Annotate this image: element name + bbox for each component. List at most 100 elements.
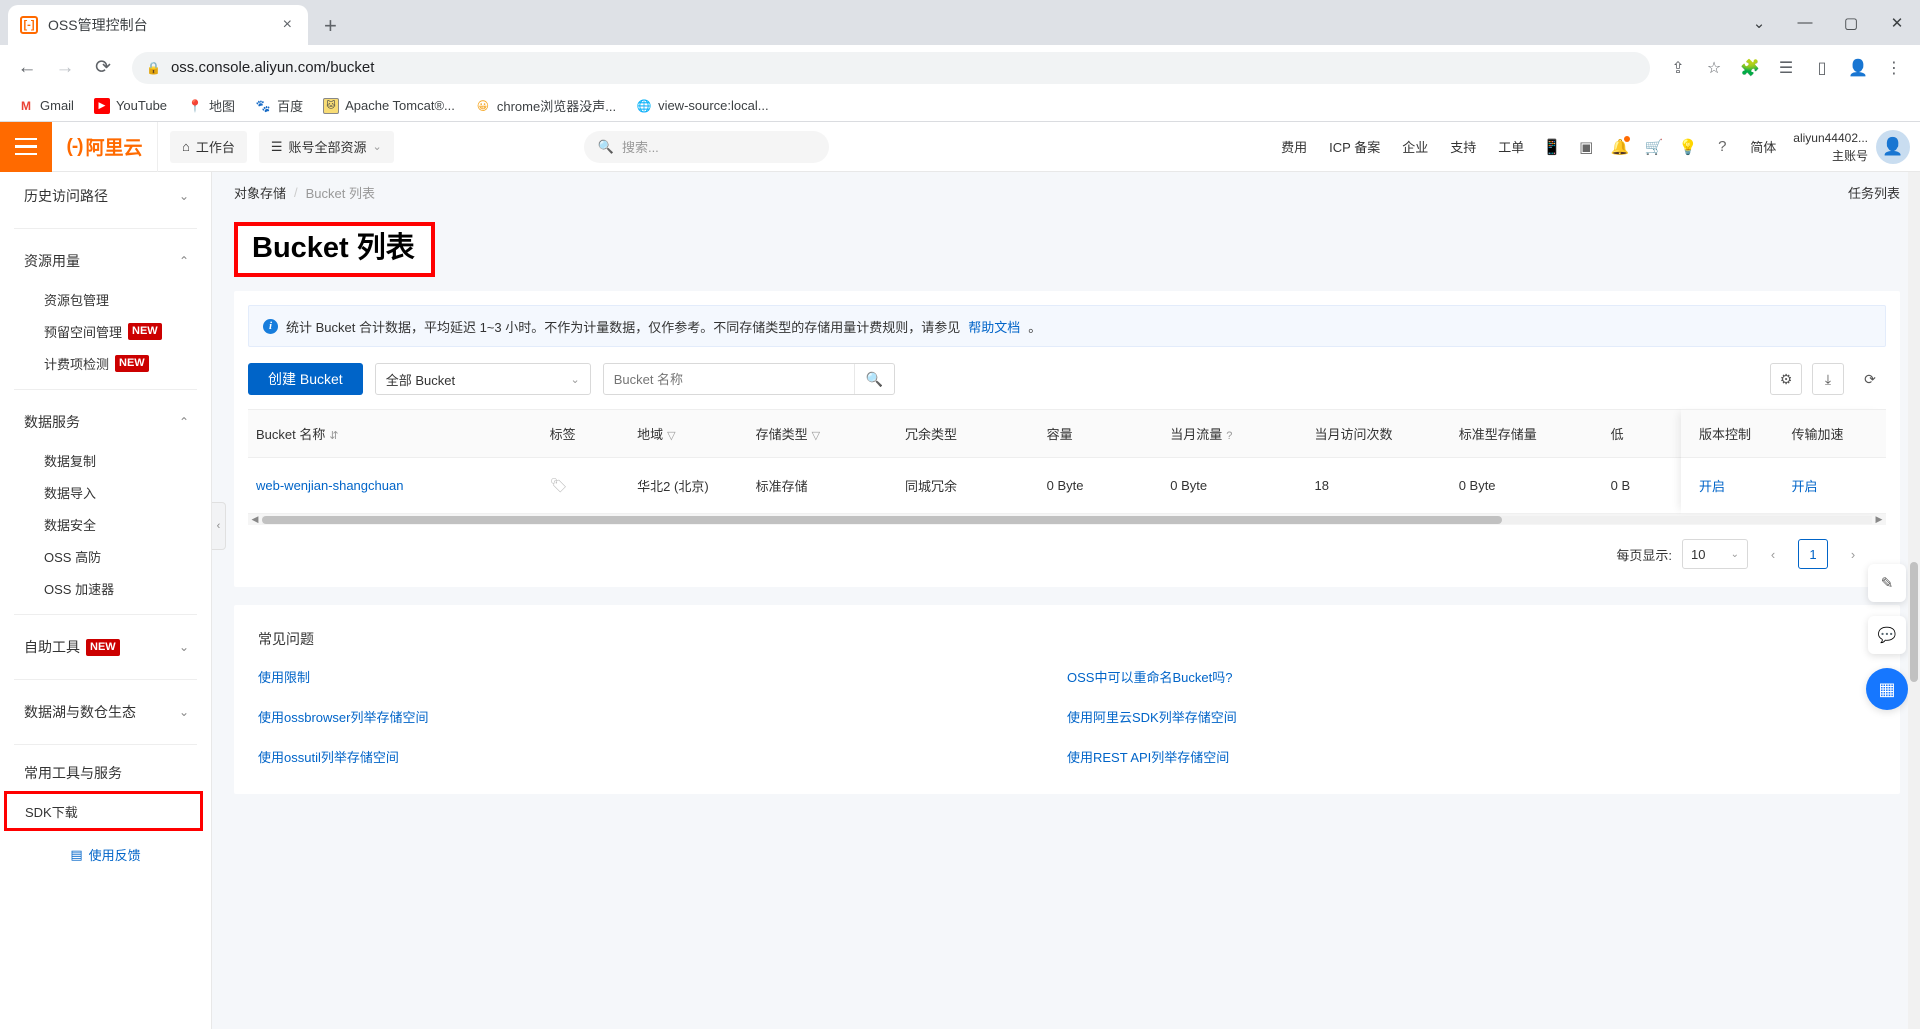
avatar[interactable]: 👤 <box>1876 129 1910 164</box>
scrollbar-track[interactable] <box>262 515 1872 524</box>
scroll-left-arrow[interactable]: ◀ <box>248 514 262 525</box>
profile-icon[interactable]: 👤 <box>1842 52 1874 84</box>
close-icon[interactable]: × <box>279 16 296 34</box>
bookmark-youtube[interactable]: ▶ YouTube <box>86 94 175 118</box>
header-link-support[interactable]: 支持 <box>1439 137 1487 156</box>
breadcrumb-parent[interactable]: 对象存储 <box>234 183 286 202</box>
faq-link-rename-bucket[interactable]: OSS中可以重命名Bucket吗? <box>1067 667 1876 686</box>
create-bucket-button[interactable]: 创建 Bucket <box>248 363 363 396</box>
header-link-ticket[interactable]: 工单 <box>1487 137 1535 156</box>
help-doc-link[interactable]: 帮助文档 <box>968 317 1020 336</box>
chat-bubble-icon[interactable]: 💬 <box>1868 616 1906 654</box>
sidebar-group-self-service-tools[interactable]: 自助工具 NEW ⌄ <box>0 625 211 669</box>
sidebar-group-data-service[interactable]: 数据服务 ⌃ <box>0 400 211 444</box>
task-list-link[interactable]: 任务列表 <box>1848 183 1900 202</box>
sidebar-item-reserved-space[interactable]: 预留空间管理 NEW <box>0 315 211 347</box>
faq-link-ossutil[interactable]: 使用ossutil列举存储空间 <box>258 747 1067 766</box>
new-tab-button[interactable]: + <box>308 13 353 45</box>
faq-link-ossbrowser[interactable]: 使用ossbrowser列举存储空间 <box>258 707 1067 726</box>
bucket-search[interactable]: 🔍 <box>602 363 895 396</box>
sidebar-item-oss-protection[interactable]: OSS 高防 <box>0 540 211 572</box>
edit-pencil-icon[interactable]: ✎ <box>1868 564 1906 602</box>
sidebar-item-data-replication[interactable]: 数据复制 <box>0 444 211 476</box>
reading-list-icon[interactable]: ☰ <box>1770 52 1802 84</box>
gear-icon[interactable]: ⚙ <box>1770 363 1802 396</box>
sidebar-collapse-handle[interactable]: ‹ <box>212 502 226 550</box>
sidebar-item-billing-check[interactable]: 计费项检测 NEW <box>0 347 211 379</box>
faq-link-aliyun-sdk[interactable]: 使用阿里云SDK列举存储空间 <box>1067 707 1876 726</box>
help-icon[interactable]: ? <box>1705 130 1739 164</box>
sidebar-item-oss-accelerator[interactable]: OSS 加速器 <box>0 572 211 604</box>
bookmark-star-icon[interactable]: ☆ <box>1698 52 1730 84</box>
page-number-1[interactable]: 1 <box>1798 539 1828 570</box>
chrome-menu-icon[interactable]: ⋮ <box>1878 52 1910 84</box>
bucket-filter-select[interactable]: 全部 Bucket ⌄ <box>374 363 591 396</box>
aliyun-logo[interactable]: (-) 阿里云 <box>52 121 158 172</box>
bookmark-chrome-sound[interactable]: 😀 chrome浏览器没声... <box>467 92 624 119</box>
global-search-input[interactable]: 🔍 搜索... <box>583 130 829 163</box>
sidebar-item-resource-package[interactable]: 资源包管理 <box>0 283 211 315</box>
page-size-select[interactable]: 10 ⌄ <box>1682 539 1748 570</box>
column-storage-type[interactable]: 存储类型 ▽ <box>747 409 897 459</box>
page-scrollbar[interactable] <box>1908 172 1920 1029</box>
chrome-chevron-icon[interactable]: ⌄ <box>1736 0 1782 45</box>
language-switch[interactable]: 简体 <box>1739 137 1787 156</box>
filter-icon[interactable]: ▽ <box>667 430 675 442</box>
sidebar-item-history[interactable]: 历史访问路径 ⌄ <box>0 174 211 218</box>
sidebar-item-sdk-download[interactable]: SDK下载 <box>7 794 200 828</box>
apps-grid-icon[interactable]: ▦ <box>1866 668 1908 710</box>
bell-icon[interactable]: 🔔 <box>1603 130 1637 164</box>
terminal-icon[interactable]: ▣ <box>1569 130 1603 164</box>
header-link-icp[interactable]: ICP 备案 <box>1318 137 1391 156</box>
sidebar-item-data-security[interactable]: 数据安全 <box>0 508 211 540</box>
forward-icon[interactable]: → <box>48 51 82 85</box>
page-scrollbar-thumb[interactable] <box>1910 562 1918 682</box>
help-icon[interactable]: ? <box>1226 430 1232 442</box>
maximize-button[interactable]: ▢ <box>1828 0 1874 45</box>
transfer-accel-value[interactable]: 开启 <box>1792 479 1818 494</box>
header-link-enterprise[interactable]: 企业 <box>1391 137 1439 156</box>
minimize-button[interactable]: — <box>1782 0 1828 45</box>
side-panel-icon[interactable]: ▯ <box>1806 52 1838 84</box>
download-icon[interactable]: ⤓ <box>1812 363 1844 396</box>
app-icon[interactable]: 📱 <box>1535 130 1569 164</box>
refresh-icon[interactable]: ⟳ <box>1854 363 1886 396</box>
faq-link-usage-limit[interactable]: 使用限制 <box>258 667 1067 686</box>
share-icon[interactable]: ⇪ <box>1662 52 1694 84</box>
all-resources-dropdown[interactable]: ☰ 账号全部资源 ⌄ <box>258 130 394 163</box>
back-icon[interactable]: ← <box>10 51 44 85</box>
tag-icon[interactable]: 🏷 <box>550 477 568 493</box>
workbench-button[interactable]: ⌂ 工作台 <box>170 130 247 163</box>
bookmark-gmail[interactable]: M Gmail <box>10 94 82 118</box>
sort-icon[interactable]: ⇵ <box>329 430 338 442</box>
bookmark-maps[interactable]: 📍 地图 <box>179 92 243 119</box>
column-region[interactable]: 地域 ▽ <box>629 409 748 459</box>
search-icon[interactable]: 🔍 <box>853 364 894 395</box>
faq-link-rest-api[interactable]: 使用REST API列举存储空间 <box>1067 747 1876 766</box>
bookmark-baidu[interactable]: 🐾 百度 <box>247 92 311 119</box>
bookmark-tomcat[interactable]: 🐱 Apache Tomcat®... <box>315 94 463 118</box>
window-close-button[interactable]: ✕ <box>1874 0 1920 45</box>
sidebar-group-resource-usage[interactable]: 资源用量 ⌃ <box>0 239 211 283</box>
filter-icon[interactable]: ▽ <box>812 430 820 442</box>
feedback-button[interactable]: ▤ 使用反馈 <box>0 845 211 864</box>
address-bar[interactable]: 🔒 oss.console.aliyun.com/bucket <box>132 51 1650 84</box>
reload-icon[interactable]: ⟳ <box>86 51 120 85</box>
header-link-fee[interactable]: 费用 <box>1270 137 1318 156</box>
sidebar-item-data-import[interactable]: 数据导入 <box>0 476 211 508</box>
hamburger-icon[interactable] <box>0 121 52 172</box>
column-bucket-name[interactable]: Bucket 名称 ⇵ <box>248 409 542 459</box>
next-page-button[interactable]: › <box>1838 539 1868 569</box>
bulb-icon[interactable]: 💡 <box>1671 130 1705 164</box>
bucket-name-link[interactable]: web-wenjian-shangchuan <box>256 478 403 493</box>
prev-page-button[interactable]: ‹ <box>1758 539 1788 569</box>
sidebar-group-datalake[interactable]: 数据湖与数仓生态 ⌄ <box>0 690 211 734</box>
extensions-puzzle-icon[interactable]: 🧩 <box>1734 52 1766 84</box>
cart-icon[interactable]: 🛒 <box>1637 130 1671 164</box>
scroll-right-arrow[interactable]: ▶ <box>1872 514 1886 525</box>
browser-tab[interactable]: [-] OSS管理控制台 × <box>8 5 308 45</box>
account-info[interactable]: aliyun44402... 主账号 <box>1793 129 1868 165</box>
scrollbar-thumb[interactable] <box>262 515 1502 524</box>
bookmark-view-source[interactable]: 🌐 view-source:local... <box>628 94 777 118</box>
bucket-search-input[interactable] <box>603 364 854 395</box>
